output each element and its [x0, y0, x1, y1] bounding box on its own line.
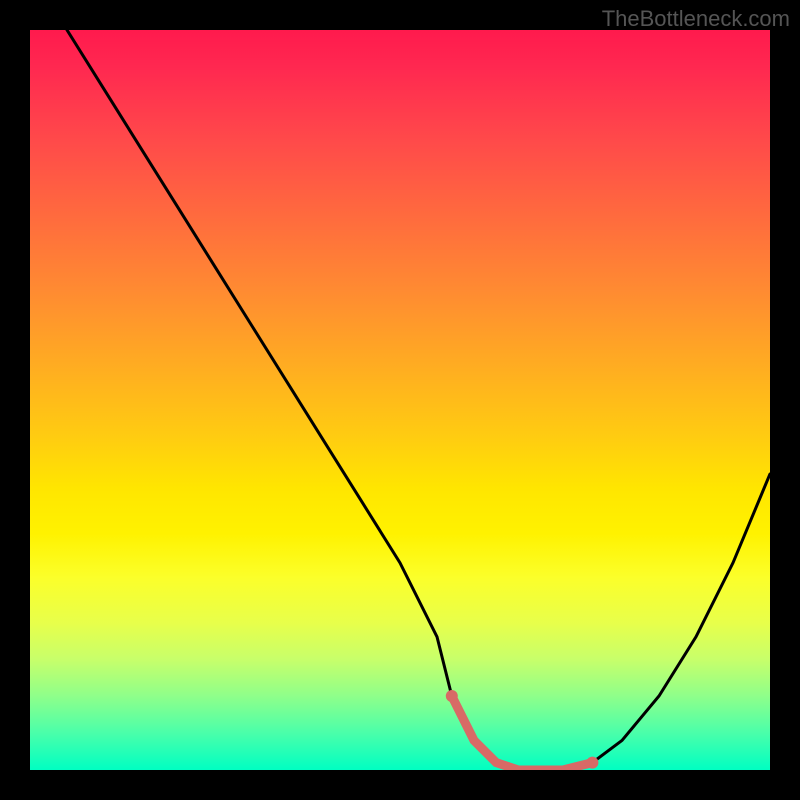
highlight-dot-right — [586, 757, 598, 769]
bottleneck-curve-path — [67, 30, 770, 770]
chart-curve-svg — [30, 30, 770, 770]
highlight-dot-left — [446, 690, 458, 702]
watermark-text: TheBottleneck.com — [602, 6, 790, 32]
bottleneck-highlight-path — [452, 696, 593, 770]
chart-plot-area — [30, 30, 770, 770]
